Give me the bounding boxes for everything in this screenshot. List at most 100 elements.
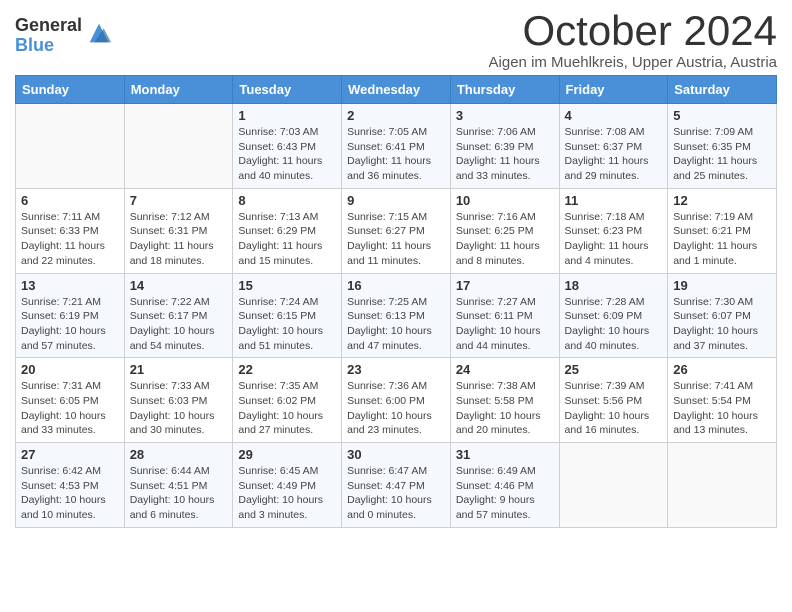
day-info: Sunrise: 7:28 AM Sunset: 6:09 PM Dayligh… — [565, 295, 663, 354]
day-info: Sunrise: 6:42 AM Sunset: 4:53 PM Dayligh… — [21, 464, 119, 523]
day-number: 28 — [130, 447, 228, 462]
calendar-header-row: SundayMondayTuesdayWednesdayThursdayFrid… — [16, 76, 777, 104]
calendar-cell: 20 Sunrise: 7:31 AM Sunset: 6:05 PM Dayli… — [16, 358, 125, 443]
day-info: Sunrise: 7:18 AM Sunset: 6:23 PM Dayligh… — [565, 210, 663, 269]
calendar-cell: 5Sunrise: 7:09 AM Sunset: 6:35 PM Daylig… — [668, 104, 777, 189]
day-info: Sunrise: 7:12 AM Sunset: 6:31 PM Dayligh… — [130, 210, 228, 269]
day-number: 31 — [456, 447, 554, 462]
day-of-week-header: Wednesday — [342, 76, 451, 104]
day-info: Sunrise: 7:19 AM Sunset: 6:21 PM Dayligh… — [673, 210, 771, 269]
page-header: General Blue October 2024 Aigen im Muehl… — [15, 10, 777, 71]
day-number: 29 — [238, 447, 336, 462]
calendar-week-row: 20 Sunrise: 7:31 AM Sunset: 6:05 PM Dayli… — [16, 358, 777, 443]
calendar-cell: 16Sunrise: 7:25 AM Sunset: 6:13 PM Dayli… — [342, 273, 451, 358]
calendar-cell: 24 Sunrise: 7:38 AM Sunset: 5:58 PM Dayli… — [450, 358, 559, 443]
calendar-cell: 17 Sunrise: 7:27 AM Sunset: 6:11 PM Dayli… — [450, 273, 559, 358]
calendar-week-row: 6Sunrise: 7:11 AM Sunset: 6:33 PM Daylig… — [16, 188, 777, 273]
day-info: Sunrise: 6:47 AM Sunset: 4:47 PM Dayligh… — [347, 464, 445, 523]
logo: General Blue — [15, 16, 113, 56]
day-number: 21 — [130, 362, 228, 377]
day-of-week-header: Monday — [124, 76, 233, 104]
day-info: Sunrise: 7:30 AM Sunset: 6:07 PM Dayligh… — [673, 295, 771, 354]
day-number: 10 — [456, 193, 554, 208]
day-number: 22 — [238, 362, 336, 377]
day-info: Sunrise: 7:24 AM Sunset: 6:15 PM Dayligh… — [238, 295, 336, 354]
day-info: Sunrise: 7:38 AM Sunset: 5:58 PM Dayligh… — [456, 379, 554, 438]
day-number: 7 — [130, 193, 228, 208]
calendar-cell: 1 Sunrise: 7:03 AM Sunset: 6:43 PM Daylig… — [233, 104, 342, 189]
calendar-cell: 13 Sunrise: 7:21 AM Sunset: 6:19 PM Dayli… — [16, 273, 125, 358]
calendar-cell: 26Sunrise: 7:41 AM Sunset: 5:54 PM Dayli… — [668, 358, 777, 443]
day-info: Sunrise: 7:36 AM Sunset: 6:00 PM Dayligh… — [347, 379, 445, 438]
calendar-cell: 21 Sunrise: 7:33 AM Sunset: 6:03 PM Dayli… — [124, 358, 233, 443]
day-info: Sunrise: 7:41 AM Sunset: 5:54 PM Dayligh… — [673, 379, 771, 438]
day-info: Sunrise: 6:49 AM Sunset: 4:46 PM Dayligh… — [456, 464, 554, 523]
day-number: 27 — [21, 447, 119, 462]
calendar-week-row: 13 Sunrise: 7:21 AM Sunset: 6:19 PM Dayli… — [16, 273, 777, 358]
day-info: Sunrise: 7:05 AM Sunset: 6:41 PM Dayligh… — [347, 125, 445, 184]
day-number: 12 — [673, 193, 771, 208]
day-number: 5 — [673, 108, 771, 123]
day-number: 11 — [565, 193, 663, 208]
month-title: October 2024 — [489, 10, 777, 52]
calendar-cell — [559, 443, 668, 528]
day-number: 23 — [347, 362, 445, 377]
calendar-cell: 18 Sunrise: 7:28 AM Sunset: 6:09 PM Dayli… — [559, 273, 668, 358]
day-number: 24 — [456, 362, 554, 377]
calendar-cell: 29 Sunrise: 6:45 AM Sunset: 4:49 PM Dayli… — [233, 443, 342, 528]
day-info: Sunrise: 7:16 AM Sunset: 6:25 PM Dayligh… — [456, 210, 554, 269]
day-info: Sunrise: 7:27 AM Sunset: 6:11 PM Dayligh… — [456, 295, 554, 354]
day-info: Sunrise: 7:21 AM Sunset: 6:19 PM Dayligh… — [21, 295, 119, 354]
day-number: 17 — [456, 278, 554, 293]
day-number: 15 — [238, 278, 336, 293]
day-info: Sunrise: 7:31 AM Sunset: 6:05 PM Dayligh… — [21, 379, 119, 438]
day-number: 18 — [565, 278, 663, 293]
calendar-cell: 23 Sunrise: 7:36 AM Sunset: 6:00 PM Dayli… — [342, 358, 451, 443]
day-info: Sunrise: 6:45 AM Sunset: 4:49 PM Dayligh… — [238, 464, 336, 523]
calendar-cell: 15 Sunrise: 7:24 AM Sunset: 6:15 PM Dayli… — [233, 273, 342, 358]
calendar-cell — [668, 443, 777, 528]
day-info: Sunrise: 7:11 AM Sunset: 6:33 PM Dayligh… — [21, 210, 119, 269]
calendar-cell — [124, 104, 233, 189]
day-number: 9 — [347, 193, 445, 208]
day-info: Sunrise: 7:06 AM Sunset: 6:39 PM Dayligh… — [456, 125, 554, 184]
day-info: Sunrise: 6:44 AM Sunset: 4:51 PM Dayligh… — [130, 464, 228, 523]
logo-blue-text: Blue — [15, 36, 82, 56]
day-of-week-header: Tuesday — [233, 76, 342, 104]
day-info: Sunrise: 7:15 AM Sunset: 6:27 PM Dayligh… — [347, 210, 445, 269]
calendar-cell — [16, 104, 125, 189]
calendar-cell: 11 Sunrise: 7:18 AM Sunset: 6:23 PM Dayli… — [559, 188, 668, 273]
day-of-week-header: Thursday — [450, 76, 559, 104]
calendar-cell: 19 Sunrise: 7:30 AM Sunset: 6:07 PM Dayli… — [668, 273, 777, 358]
day-info: Sunrise: 7:13 AM Sunset: 6:29 PM Dayligh… — [238, 210, 336, 269]
day-number: 1 — [238, 108, 336, 123]
day-number: 25 — [565, 362, 663, 377]
day-number: 14 — [130, 278, 228, 293]
calendar-cell: 27 Sunrise: 6:42 AM Sunset: 4:53 PM Dayli… — [16, 443, 125, 528]
day-number: 30 — [347, 447, 445, 462]
calendar-cell: 30 Sunrise: 6:47 AM Sunset: 4:47 PM Dayli… — [342, 443, 451, 528]
day-info: Sunrise: 7:39 AM Sunset: 5:56 PM Dayligh… — [565, 379, 663, 438]
day-number: 16 — [347, 278, 445, 293]
day-of-week-header: Saturday — [668, 76, 777, 104]
day-number: 19 — [673, 278, 771, 293]
calendar-week-row: 27 Sunrise: 6:42 AM Sunset: 4:53 PM Dayli… — [16, 443, 777, 528]
logo-general-text: General — [15, 16, 82, 36]
calendar-cell: 31 Sunrise: 6:49 AM Sunset: 4:46 PM Dayli… — [450, 443, 559, 528]
day-of-week-header: Friday — [559, 76, 668, 104]
day-info: Sunrise: 7:35 AM Sunset: 6:02 PM Dayligh… — [238, 379, 336, 438]
location-title: Aigen im Muehlkreis, Upper Austria, Aust… — [489, 54, 777, 71]
day-info: Sunrise: 7:22 AM Sunset: 6:17 PM Dayligh… — [130, 295, 228, 354]
calendar-table: SundayMondayTuesdayWednesdayThursdayFrid… — [15, 75, 777, 528]
calendar-cell: 8Sunrise: 7:13 AM Sunset: 6:29 PM Daylig… — [233, 188, 342, 273]
calendar-cell: 28 Sunrise: 6:44 AM Sunset: 4:51 PM Dayli… — [124, 443, 233, 528]
day-number: 20 — [21, 362, 119, 377]
day-number: 4 — [565, 108, 663, 123]
title-section: October 2024 Aigen im Muehlkreis, Upper … — [489, 10, 777, 71]
day-info: Sunrise: 7:08 AM Sunset: 6:37 PM Dayligh… — [565, 125, 663, 184]
calendar-cell: 10 Sunrise: 7:16 AM Sunset: 6:25 PM Dayli… — [450, 188, 559, 273]
calendar-week-row: 1 Sunrise: 7:03 AM Sunset: 6:43 PM Daylig… — [16, 104, 777, 189]
day-number: 13 — [21, 278, 119, 293]
day-info: Sunrise: 7:03 AM Sunset: 6:43 PM Dayligh… — [238, 125, 336, 184]
day-info: Sunrise: 7:33 AM Sunset: 6:03 PM Dayligh… — [130, 379, 228, 438]
